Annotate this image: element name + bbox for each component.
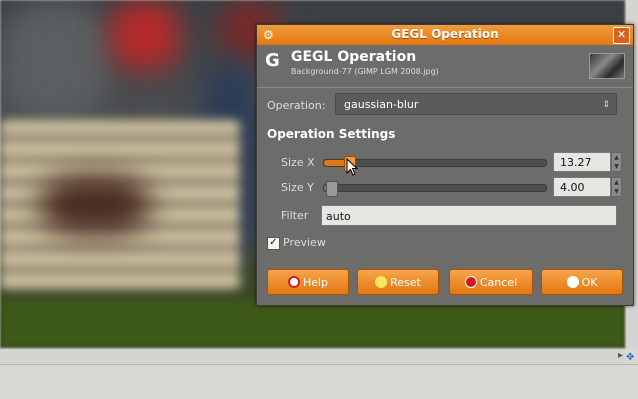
size-y-spinbox[interactable]: 4.00 <box>553 177 611 197</box>
header-title: GEGL Operation <box>291 49 417 65</box>
size-y-label: Size Y <box>281 181 314 194</box>
help-icon <box>287 276 300 288</box>
filter-label: Filter <box>281 209 309 222</box>
reset-button[interactable]: Reset <box>357 269 439 295</box>
operation-select[interactable]: gaussian-blur ⇕ <box>335 93 617 115</box>
window-title: GEGL Operation <box>391 27 499 41</box>
canvas-region <box>40 175 150 235</box>
mouse-cursor-icon <box>346 158 358 176</box>
cancel-icon <box>464 276 477 288</box>
settings-heading: Operation Settings <box>267 127 396 141</box>
help-button[interactable]: Help <box>267 269 349 295</box>
preview-label[interactable]: Preview <box>283 236 326 249</box>
size-y-slider[interactable] <box>323 181 547 197</box>
size-y-spin-buttons[interactable]: ▲ ▼ <box>611 177 622 197</box>
canvas-region <box>0 300 625 348</box>
size-y-slider-handle[interactable] <box>326 181 338 197</box>
size-x-spinbox[interactable]: 13.27 <box>553 152 611 172</box>
operation-value: gaussian-blur <box>344 98 419 111</box>
filter-input[interactable]: auto <box>321 205 617 226</box>
chevron-spin-icon: ⇕ <box>602 100 610 110</box>
reset-button-label: Reset <box>390 276 421 289</box>
status-bar <box>0 364 638 399</box>
operation-label: Operation: <box>267 99 326 112</box>
gegl-operation-dialog: ⚙ GEGL Operation ✕ G GEGL Operation Back… <box>256 24 634 306</box>
canvas-region <box>0 0 110 120</box>
header-subtitle: Background-77 (GIMP LGM 2008.jpg) <box>291 67 439 76</box>
ok-button-label: OK <box>581 276 598 289</box>
cancel-button[interactable]: Cancel <box>449 269 533 295</box>
ok-button[interactable]: OK <box>541 269 623 295</box>
divider <box>257 87 633 88</box>
dialog-header: G GEGL Operation Background-77 (GIMP LGM… <box>257 45 633 91</box>
size-x-spin-buttons[interactable]: ▲ ▼ <box>611 152 622 172</box>
image-thumbnail <box>589 53 625 79</box>
close-icon[interactable]: ✕ <box>613 27 630 44</box>
reset-icon <box>375 276 388 288</box>
gegl-logo-icon: G <box>265 50 280 71</box>
cancel-button-label: Cancel <box>479 276 518 289</box>
navigate-icon[interactable]: ✥ <box>626 352 637 364</box>
dialog-titlebar[interactable]: ⚙ GEGL Operation ✕ <box>257 25 633 45</box>
scroll-right-icon[interactable]: ▸ <box>618 350 623 361</box>
canvas-region <box>110 0 180 70</box>
help-button-label: Help <box>302 276 329 289</box>
preview-checkbox[interactable]: ✓ <box>267 237 280 250</box>
horizontal-scrollbar[interactable]: ▸ <box>0 348 625 365</box>
size-x-label: Size X <box>281 156 315 169</box>
ok-icon <box>566 276 579 288</box>
